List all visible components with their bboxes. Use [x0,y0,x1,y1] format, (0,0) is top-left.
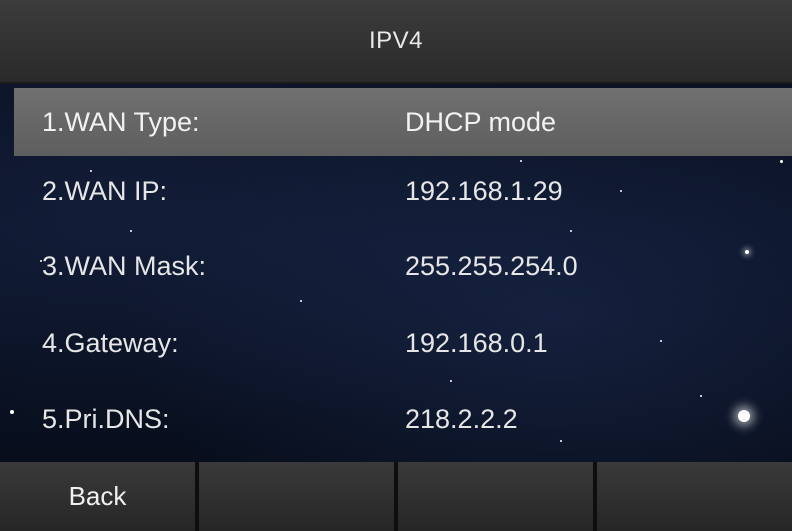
setting-label: 5.Pri.DNS: [42,403,170,434]
softkey-bar: Back [0,462,792,531]
softkey-2[interactable] [195,462,394,531]
back-softkey[interactable]: Back [0,462,195,531]
title-bar: IPV4 [0,0,792,84]
softkey-4[interactable] [593,462,792,531]
setting-row-wan-type[interactable]: 1.WAN Type: DHCP mode [14,88,792,156]
star-decoration [300,300,302,302]
setting-label: 1.WAN Type: [42,106,200,137]
setting-row-wan-ip[interactable]: 2.WAN IP: 192.168.1.29 [14,157,792,225]
softkey-3[interactable] [394,462,593,531]
setting-row-gateway[interactable]: 4.Gateway: 192.168.0.1 [14,309,792,377]
setting-value: 255.255.254.0 [405,250,578,281]
star-decoration [450,380,452,382]
setting-label: 3.WAN Mask: [42,250,207,281]
setting-label: 4.Gateway: [42,327,179,358]
setting-value: 218.2.2.2 [405,403,518,434]
setting-value: 192.168.0.1 [405,327,548,358]
setting-label: 2.WAN IP: [42,175,168,206]
page-title: IPV4 [368,27,424,54]
setting-row-pri-dns[interactable]: 5.Pri.DNS: 218.2.2.2 [14,385,792,453]
setting-value: 192.168.1.29 [405,175,563,206]
phone-screen: IPV4 1.WAN Type: DHCP mode 2.WAN IP: 192… [0,0,792,531]
setting-value: DHCP mode [405,106,557,137]
setting-row-wan-mask[interactable]: 3.WAN Mask: 255.255.254.0 [14,232,792,300]
